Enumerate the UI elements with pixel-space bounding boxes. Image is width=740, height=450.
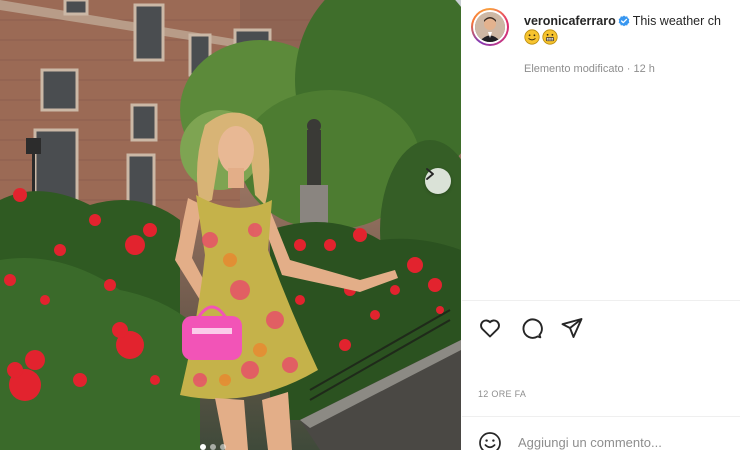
comment-icon (522, 318, 543, 339)
comment-divider (462, 416, 740, 417)
carousel-dot (200, 444, 206, 450)
comment-input[interactable] (518, 432, 728, 450)
username-link[interactable]: veronicaferraro (524, 14, 616, 28)
post-actions (478, 316, 584, 340)
post-age[interactable]: 12 h (633, 63, 654, 75)
caption-text: This weather ch (632, 14, 721, 28)
meta-separator: · (626, 63, 631, 75)
next-image-button[interactable] (425, 168, 451, 194)
photo-scene (0, 0, 461, 450)
post-timestamp[interactable]: 12 ORE FA (478, 389, 526, 399)
comment-button[interactable] (519, 316, 543, 340)
edited-label: Elemento modificato (524, 63, 624, 75)
carousel-dot (220, 444, 226, 450)
avatar[interactable] (475, 12, 505, 42)
actions-divider (462, 300, 740, 301)
slightly-smiling-face-icon (524, 29, 540, 45)
story-ring[interactable] (471, 8, 509, 46)
comment-box (476, 428, 740, 450)
grinning-face-icon (542, 29, 558, 45)
share-button[interactable] (560, 316, 584, 340)
chevron-right-icon (426, 168, 434, 180)
carousel-indicator (200, 444, 226, 450)
post-photo[interactable] (0, 0, 461, 450)
heart-icon (480, 319, 500, 338)
like-button[interactable] (478, 316, 502, 340)
caption-emojis (524, 29, 558, 45)
avatar-photo (475, 12, 505, 42)
emoji-picker-icon[interactable] (478, 431, 502, 450)
carousel-dot (210, 444, 216, 450)
caption: veronicaferraro This weather ch (524, 13, 740, 29)
send-icon (561, 318, 583, 338)
post-meta: Elemento modificato · 12 h (524, 63, 655, 75)
verified-badge-icon (618, 15, 630, 27)
